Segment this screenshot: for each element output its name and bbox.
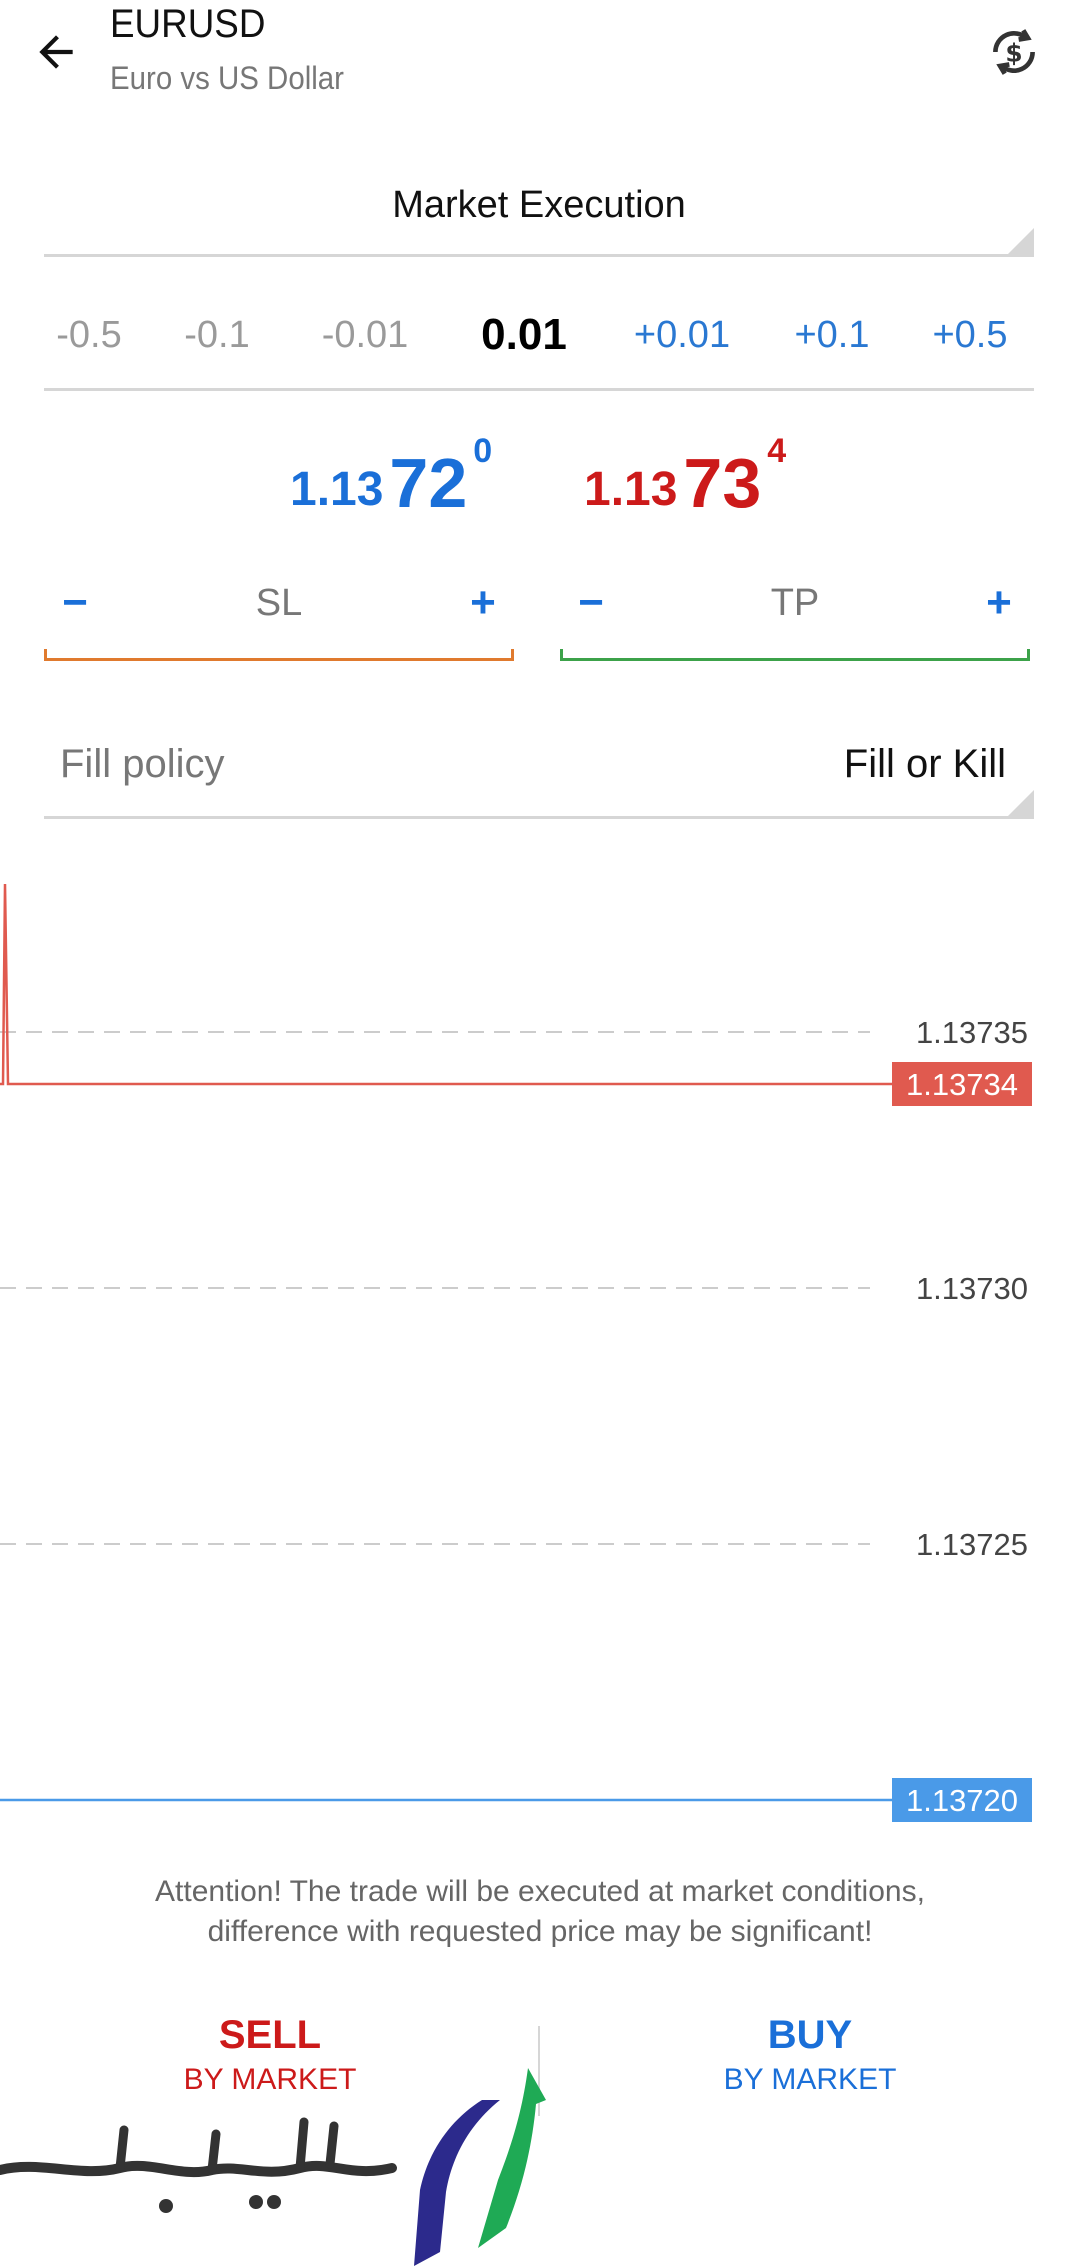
ask-price: 1.13 73 4 [584,420,786,520]
attention-notice: Attention! The trade will be executed at… [90,1872,990,1952]
fill-policy-dropdown[interactable]: Fill policy Fill or Kill [44,730,1034,819]
back-button[interactable] [18,14,94,90]
volume-step-minus-0-5[interactable]: -0.5 [44,314,134,357]
logo-dot [267,2195,281,2209]
currency-sync-icon: $ [993,29,1035,75]
tp-increase-button[interactable]: + [974,578,1024,628]
bid-price-fraction: 0 [473,432,493,470]
volume-step-minus-0-01[interactable]: -0.01 [310,314,420,357]
bid-price: 1.13 72 0 [290,420,492,520]
order-type-label: Market Execution [392,184,686,226]
sync-button[interactable]: $ [976,14,1052,90]
symbol-description: Euro vs US Dollar [110,60,344,96]
volume-step-plus-0-5[interactable]: +0.5 [920,314,1020,357]
svg-text:$: $ [1005,38,1022,67]
volume-step-plus-0-1[interactable]: +0.1 [782,314,882,357]
sl-label: SL [255,582,303,624]
ask-price-line [0,883,892,1086]
fill-policy-value: Fill or Kill [843,742,1006,786]
ask-price-pips: 73 [683,444,762,522]
volume-step-minus-0-1[interactable]: -0.1 [172,314,262,357]
ask-price-tag-label: 1.13734 [906,1067,1018,1102]
fill-policy-label: Fill policy [60,742,225,786]
y-tick-label: 1.13735 [916,1015,1028,1050]
logo-green-arrow [478,2068,546,2248]
watermark-logo [0,2068,546,2266]
attention-line-1: Attention! The trade will be executed at… [155,1875,925,1908]
volume-step-plus-0-01[interactable]: +0.01 [622,314,742,357]
tp-label: TP [770,582,820,624]
bid-price-pips: 72 [389,444,468,522]
volume-selector: -0.5 -0.1 -0.01 0.01 +0.01 +0.1 +0.5 [44,296,1034,391]
logo-dot [159,2199,173,2213]
buy-label: BUY [767,2013,853,2057]
tick-chart: 1.13735 1.13730 1.13725 1.13734 1.13720 [0,883,1032,1822]
y-tick-label: 1.13725 [916,1527,1028,1562]
stop-loss-field[interactable]: − SL + [44,566,514,661]
dropdown-corner-icon [1008,790,1034,816]
ask-price-prefix: 1.13 [584,463,678,516]
symbol-title: EURUSD [110,2,266,46]
y-tick-label: 1.13730 [916,1271,1028,1306]
buy-by-market-button[interactable]: BUY BY MARKET [560,2010,1060,2120]
buy-sublabel: BY MARKET [723,2063,897,2096]
dropdown-corner-icon [1008,228,1034,254]
arrow-left-icon [39,35,73,69]
order-type-dropdown[interactable]: Market Execution [44,170,1034,257]
take-profit-field[interactable]: − TP + [560,566,1030,661]
bid-price-tag-label: 1.13720 [906,1783,1018,1818]
attention-line-2: difference with requested price may be s… [207,1915,873,1948]
sl-increase-button[interactable]: + [458,578,508,628]
logo-dot [249,2195,263,2209]
sell-label: SELL [218,2013,322,2057]
bid-price-prefix: 1.13 [290,463,384,516]
ask-price-fraction: 4 [767,432,787,470]
volume-current[interactable]: 0.01 [464,310,584,360]
